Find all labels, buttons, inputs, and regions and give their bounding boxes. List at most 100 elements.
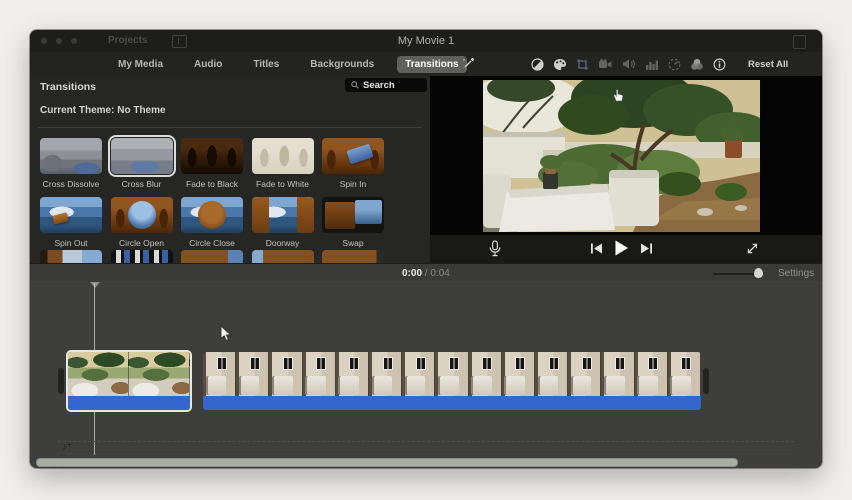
transition-thumbnail[interactable] (111, 250, 173, 263)
transition-circle-close[interactable]: Circle Close (181, 197, 243, 248)
transition-cross-blur[interactable]: Cross Blur (111, 138, 173, 189)
clip-1-audio-waveform (68, 396, 190, 410)
transition-thumbnail[interactable] (40, 197, 102, 233)
clip-frame (668, 352, 701, 396)
share-icon[interactable] (793, 35, 806, 49)
play-button[interactable] (614, 240, 629, 261)
transitions-panel: Transitions Search Current Theme: No The… (30, 76, 430, 263)
transition-fade-to-white[interactable]: Fade to White (252, 138, 314, 189)
transitions-grid-row3-clipped (40, 250, 384, 263)
crop-icon[interactable] (576, 58, 589, 71)
timeline-clip-1-selected[interactable] (68, 352, 190, 410)
color-palette-icon[interactable] (553, 58, 567, 71)
clip-info-icon[interactable] (713, 58, 726, 71)
timeline-settings-button[interactable]: Settings (778, 268, 814, 279)
transition-swap[interactable]: Swap (322, 197, 384, 248)
hand-cursor (611, 88, 625, 107)
search-icon (351, 81, 359, 89)
transition-thumbnail[interactable] (252, 138, 314, 174)
clip-frame (402, 352, 435, 396)
clip-frame (269, 352, 302, 396)
timeline-toolbar: 0:00 / 0:04 Settings (30, 263, 822, 282)
enhance-wand-icon[interactable] (461, 56, 476, 76)
tab-transitions[interactable]: Transitions (397, 56, 466, 73)
reset-all-button[interactable]: Reset All (748, 59, 788, 70)
clip-frame (568, 352, 601, 396)
timeline-zoom-thumb[interactable] (754, 268, 763, 278)
transition-circle-open[interactable]: Circle Open (111, 197, 173, 248)
clip-frame (303, 352, 336, 396)
transition-thumbnail[interactable] (181, 197, 243, 233)
search-placeholder: Search (363, 80, 395, 91)
title-bar: Projects My Movie 1 (30, 30, 822, 52)
transition-thumbnail[interactable] (322, 250, 384, 263)
transition-thumbnail[interactable] (181, 138, 243, 174)
timeline-zoom-slider[interactable] (713, 273, 759, 275)
trim-handle-right[interactable] (703, 368, 709, 394)
timeline-clip-2-frames (203, 352, 701, 396)
volume-icon[interactable] (622, 58, 636, 70)
transition-cross-dissolve[interactable]: Cross Dissolve (40, 138, 102, 189)
transition-fade-to-black[interactable]: Fade to Black (181, 138, 243, 189)
skip-back-button[interactable] (590, 242, 603, 260)
transition-thumbnail-selected[interactable] (111, 138, 173, 174)
clip-frame (369, 352, 402, 396)
mouse-cursor (220, 325, 233, 347)
panel-divider (38, 127, 422, 128)
music-well-divider (58, 441, 794, 442)
skip-forward-button[interactable] (640, 242, 653, 260)
timeline[interactable]: ♪+ (30, 281, 822, 468)
time-total: 0:04 (430, 268, 449, 279)
music-well-divider-2 (58, 453, 794, 454)
trim-handle-left[interactable] (58, 368, 64, 394)
clip-1-filmstrip (68, 352, 190, 396)
clip-2-audio-waveform (203, 396, 701, 410)
tab-audio[interactable]: Audio (186, 56, 230, 73)
search-field[interactable]: Search (345, 78, 427, 92)
stabilization-camera-icon[interactable] (598, 59, 613, 70)
transition-thumbnail[interactable] (40, 138, 102, 174)
transition-spin-in[interactable]: Spin In (322, 138, 384, 189)
tab-titles[interactable]: Titles (245, 56, 287, 73)
fullscreen-icon[interactable] (745, 241, 760, 261)
clip-frame (236, 352, 269, 396)
clip-frame (635, 352, 668, 396)
toolbar: My Media Audio Titles Backgrounds Transi… (30, 52, 822, 77)
music-note-icon: ♪+ (62, 441, 72, 453)
transition-thumbnail[interactable] (322, 138, 384, 174)
transition-thumbnail[interactable] (322, 197, 384, 233)
clip-frame (129, 352, 190, 396)
color-filters-icon[interactable] (690, 58, 704, 71)
timeline-clip-2[interactable] (203, 352, 701, 410)
adjust-toolbar (531, 52, 726, 76)
transport-controls (590, 240, 653, 261)
noise-reduction-icon[interactable] (645, 59, 659, 70)
color-balance-icon[interactable] (531, 58, 544, 71)
viewer (430, 76, 822, 263)
window-title: My Movie 1 (30, 35, 822, 47)
clip-frame (336, 352, 369, 396)
clip-frame (601, 352, 634, 396)
microphone-icon[interactable] (488, 240, 502, 263)
transition-spin-out[interactable]: Spin Out (40, 197, 102, 248)
media-tabs: My Media Audio Titles Backgrounds Transi… (110, 52, 467, 76)
transition-doorway[interactable]: Doorway (252, 197, 314, 248)
playback-bar (430, 235, 822, 263)
transition-thumbnail[interactable] (252, 250, 314, 263)
transition-thumbnail[interactable] (252, 197, 314, 233)
transition-thumbnail[interactable] (181, 250, 243, 263)
clip-frame (502, 352, 535, 396)
clip-frame (203, 352, 236, 396)
transition-thumbnail[interactable] (111, 197, 173, 233)
tab-backgrounds[interactable]: Backgrounds (302, 56, 382, 73)
transition-thumbnail[interactable] (40, 250, 102, 263)
speed-gauge-icon[interactable] (668, 58, 681, 71)
tab-my-media[interactable]: My Media (110, 56, 171, 73)
imovie-window: Projects My Movie 1 My Media Audio Title… (30, 30, 822, 468)
video-preview[interactable] (483, 80, 760, 232)
current-theme-label: Current Theme: No Theme (40, 105, 166, 116)
horizontal-scrollbar[interactable] (36, 458, 738, 467)
playhead-handle[interactable] (90, 282, 100, 288)
clip-frame (435, 352, 468, 396)
transitions-grid: Cross Dissolve Cross Blur Fade to Black … (40, 138, 393, 248)
